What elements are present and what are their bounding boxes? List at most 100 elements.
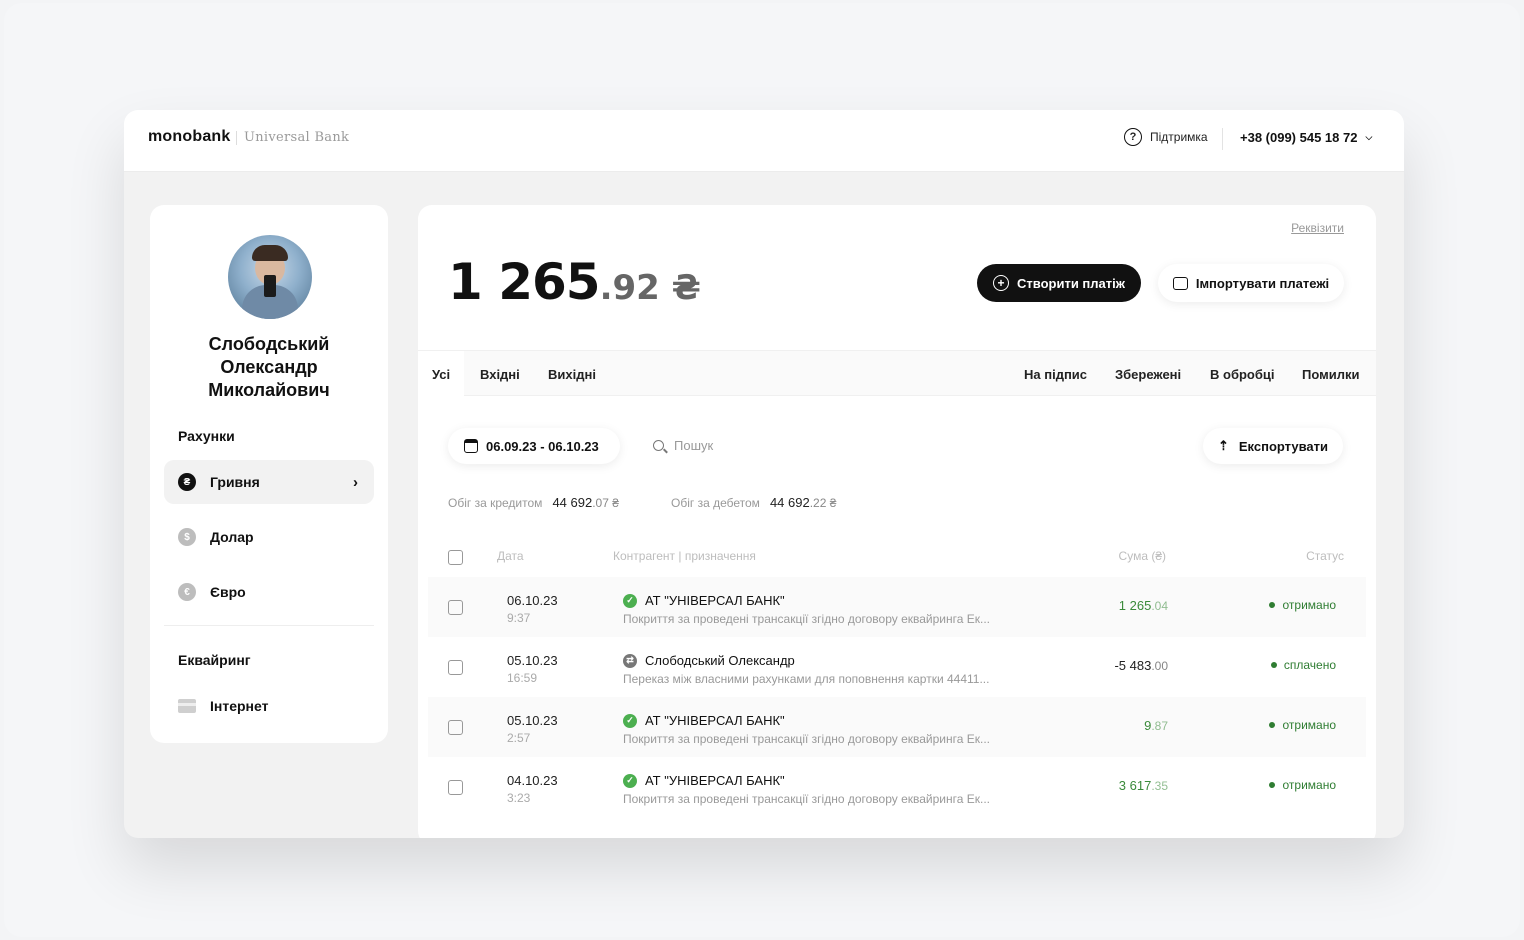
phone-selector[interactable]: +38 (099) 545 18 72 ⌵	[1240, 130, 1372, 145]
tab-outgoing[interactable]: Вихідні	[548, 367, 596, 382]
sidebar-item-euro[interactable]: € Євро	[164, 570, 374, 614]
credit-turnover-decimal: .07 ₴	[592, 496, 619, 510]
user-name-line: Слобoдський	[208, 334, 330, 354]
top-header: monobank Universal Bank ? Підтримка +38 …	[124, 110, 1404, 172]
chevron-down-icon: ⌵	[1365, 132, 1373, 142]
row-counterparty: ✓ АТ "УНІВЕРСАЛ БАНК"	[623, 713, 785, 728]
row-checkbox[interactable]	[448, 660, 463, 675]
plus-circle-icon: +	[993, 275, 1010, 291]
tab-all[interactable]: Усі	[418, 351, 465, 397]
status-dot-icon	[1270, 662, 1277, 668]
create-payment-button[interactable]: + Створити платіж	[977, 264, 1141, 302]
user-name-line: Миколайович	[208, 380, 330, 400]
accounts-title: Рахунки	[178, 428, 235, 444]
search-input[interactable]: Пошук	[653, 438, 713, 453]
column-header-date[interactable]: Дата	[497, 549, 524, 563]
user-name-line: Олександр	[220, 357, 318, 377]
sidebar-item-internet[interactable]: Інтернет	[164, 684, 374, 728]
import-payments-button[interactable]: Імпортувати платежі	[1158, 264, 1344, 302]
row-counterparty: ✓ АТ "УНІВЕРСАЛ БАНК"	[623, 773, 785, 788]
row-description: Переказ між власними рахунками для попов…	[623, 672, 990, 686]
status-dot-icon	[1269, 602, 1276, 608]
column-header-amount[interactable]: Сума (₴)	[1119, 549, 1166, 563]
debit-turnover-label: Обіг за дебетом	[671, 496, 760, 510]
row-counterparty-name: АТ "УНІВЕРСАЛ БАНК"	[645, 593, 785, 608]
row-counterparty: ⇄ Слободський Олександр	[623, 653, 795, 668]
export-label: Експортувати	[1238, 438, 1329, 454]
row-checkbox[interactable]	[448, 600, 463, 615]
hryvnia-icon: ₴	[178, 473, 196, 491]
logo-subtitle: Universal Bank	[244, 130, 350, 145]
row-date: 04.10.23	[507, 773, 558, 788]
logo[interactable]: monobank	[148, 128, 231, 146]
app-window: monobank Universal Bank ? Підтримка +38 …	[124, 110, 1404, 838]
import-payments-label: Імпортувати платежі	[1195, 275, 1330, 291]
row-date: 06.10.23	[507, 593, 558, 608]
dollar-icon: $	[178, 528, 196, 546]
export-icon: ⇡	[1217, 438, 1229, 453]
check-icon: ✓	[623, 713, 637, 728]
row-amount-int: 1 265	[1118, 598, 1152, 613]
tab-saved[interactable]: Збережені	[1115, 367, 1181, 382]
row-counterparty-name: АТ "УНІВЕРСАЛ БАНК"	[645, 773, 785, 788]
date-range-value: 06.09.23 - 06.10.23	[486, 438, 599, 454]
row-amount: 9.87	[1144, 718, 1168, 733]
sidebar-item-label: Долар	[210, 529, 254, 545]
requisites-link[interactable]: Реквізити	[1291, 221, 1344, 235]
tab-incoming[interactable]: Вхідні	[480, 367, 520, 382]
acquiring-title: Еквайринг	[178, 652, 251, 668]
status-badge: отримано	[1269, 598, 1336, 612]
tab-to-sign[interactable]: На підпис	[1024, 367, 1087, 382]
row-date: 05.10.23	[507, 713, 558, 728]
row-status: отримано	[1282, 718, 1336, 732]
sidebar-item-label: Євро	[210, 584, 246, 600]
folder-icon	[1172, 276, 1188, 290]
avatar[interactable]	[228, 235, 312, 319]
sidebar-item-dollar[interactable]: $ Долар	[164, 515, 374, 559]
row-status: отримано	[1282, 778, 1336, 792]
filter-tabs: Усі Вхідні Вихідні На підпис Збережені В…	[418, 350, 1376, 397]
debit-turnover: Обіг за дебетом 44 692.22 ₴	[671, 495, 836, 510]
user-name: Слобoдський Олександр Миколайович	[150, 333, 388, 402]
row-checkbox[interactable]	[448, 780, 463, 795]
status-badge: отримано	[1269, 718, 1336, 732]
row-amount-int: 3 617	[1118, 778, 1152, 793]
chevron-right-icon: ›	[353, 473, 358, 491]
row-counterparty-name: Слободський Олександр	[645, 653, 795, 668]
row-description: Покриття за проведені трансакції згідно …	[623, 792, 991, 806]
table-row[interactable]: 05.10.23 2:57 ✓ АТ "УНІВЕРСАЛ БАНК" Покриття…	[428, 697, 1366, 757]
search-icon	[653, 440, 664, 451]
account-balance: 1 265.92 ₴	[448, 253, 701, 311]
status-badge: отримано	[1269, 778, 1336, 792]
check-icon: ✓	[623, 773, 637, 788]
sidebar-item-hryvnia[interactable]: ₴ Гривня ›	[164, 460, 374, 504]
credit-turnover: Обіг за кредитом 44 692.07 ₴	[448, 495, 619, 510]
table-row[interactable]: 05.10.23 16:59 ⇄ Слободський Олександр Перек…	[428, 637, 1366, 697]
row-status: сплачено	[1283, 658, 1336, 672]
table-row[interactable]: 04.10.23 3:23 ✓ АТ "УНІВЕРСАЛ БАНК" Покриття…	[428, 757, 1366, 817]
card-icon	[178, 699, 196, 713]
row-amount-dec: .35	[1151, 779, 1168, 793]
select-all-checkbox[interactable]	[448, 550, 463, 565]
row-status: отримано	[1282, 598, 1336, 612]
sidebar: Слобoдський Олександр Миколайович Рахунк…	[150, 205, 388, 743]
main-panel: Реквізити 1 265.92 ₴ + Створити платіж І…	[418, 205, 1376, 838]
support-link[interactable]: ? Підтримка	[1124, 128, 1208, 146]
row-checkbox[interactable]	[448, 720, 463, 735]
table-row[interactable]: 06.10.23 9:37 ✓ АТ "УНІВЕРСАЛ БАНК" Покриття…	[428, 577, 1366, 637]
row-time: 16:59	[507, 671, 538, 685]
row-time: 3:23	[507, 791, 531, 805]
check-icon: ✓	[623, 593, 637, 608]
debit-turnover-value: 44 692	[769, 495, 810, 510]
calendar-icon	[464, 439, 478, 453]
tab-processing[interactable]: В обробці	[1210, 367, 1275, 382]
status-badge: сплачено	[1270, 658, 1336, 672]
search-placeholder: Пошук	[674, 438, 714, 453]
row-date: 05.10.23	[507, 653, 558, 668]
divider	[164, 625, 374, 626]
row-amount-dec: .00	[1151, 659, 1168, 673]
date-range-picker[interactable]: 06.09.23 - 06.10.23	[448, 428, 620, 464]
tab-errors[interactable]: Помилки	[1302, 367, 1359, 382]
export-button[interactable]: ⇡ Експортувати	[1203, 428, 1343, 464]
row-time: 2:57	[507, 731, 531, 745]
